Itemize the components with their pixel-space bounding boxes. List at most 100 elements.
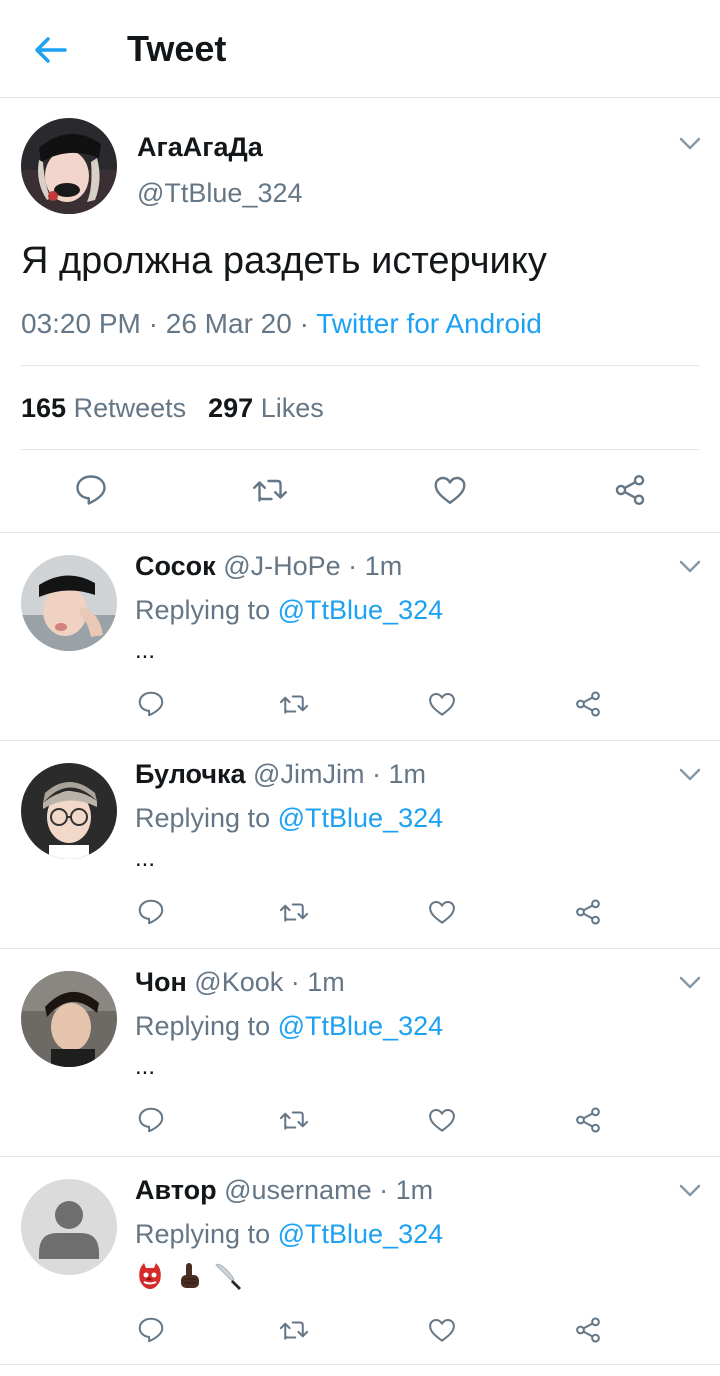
- comment-icon: [138, 691, 164, 717]
- reply-tweet[interactable]: Автор @username · 1m Replying to @TtBlue…: [0, 1157, 720, 1365]
- reply-tweet[interactable]: Сосок @J-HoPe · 1m Replying to @TtBlue_3…: [0, 533, 720, 741]
- reply-button[interactable]: [66, 465, 116, 515]
- share-button[interactable]: [605, 465, 655, 515]
- author-handle: @TtBlue_324: [137, 178, 303, 208]
- mention-link[interactable]: @TtBlue_324: [278, 1219, 444, 1249]
- top-bar: Tweet: [0, 0, 720, 98]
- reply-author-handle: @JimJim: [253, 759, 365, 789]
- retweet-button[interactable]: [274, 1310, 314, 1350]
- replying-to: Replying to @TtBlue_324: [135, 595, 443, 626]
- avatar[interactable]: [21, 555, 117, 651]
- heart-icon: [429, 901, 455, 924]
- comment-icon: [138, 1317, 164, 1343]
- reply-header: Булочка @JimJim · 1m: [135, 759, 426, 790]
- replying-to-label: Replying to: [135, 595, 271, 625]
- replying-to: Replying to @TtBlue_324: [135, 1011, 443, 1042]
- like-button[interactable]: [422, 892, 462, 932]
- page-title: Tweet: [127, 28, 227, 69]
- like-button[interactable]: [422, 1100, 462, 1140]
- retweets-label: Retweets: [73, 393, 187, 423]
- retweet-button[interactable]: [245, 465, 295, 515]
- separator: ·: [290, 967, 300, 997]
- heart-icon: [434, 476, 466, 504]
- avatar[interactable]: [21, 971, 117, 1067]
- tweet-menu-button[interactable]: [678, 555, 702, 579]
- default-avatar-icon: [21, 1179, 117, 1275]
- reply-button[interactable]: [131, 684, 171, 724]
- avatar[interactable]: [21, 763, 117, 859]
- share-button[interactable]: [568, 892, 608, 932]
- separator: ·: [299, 308, 309, 339]
- arrow-left-icon: [35, 37, 67, 63]
- reply-time: 1m: [307, 967, 345, 997]
- reply-author-handle: @username: [224, 1175, 372, 1205]
- share-icon: [576, 1317, 600, 1343]
- comment-icon: [76, 475, 106, 505]
- reply-author-name[interactable]: Сосок: [135, 551, 216, 581]
- reply-tweet[interactable]: Булочка @JimJim · 1m Replying to @TtBlue…: [0, 741, 720, 949]
- avatar[interactable]: [21, 1179, 117, 1275]
- reply-author-name[interactable]: Чон: [135, 967, 187, 997]
- separator: ·: [379, 1175, 389, 1205]
- reply-emojis: [135, 1261, 244, 1291]
- tweet-menu-button[interactable]: [678, 1179, 702, 1203]
- tweet-stats: 165 Retweets 297 Likes: [21, 393, 324, 424]
- avatar[interactable]: [21, 118, 117, 214]
- replying-to: Replying to @TtBlue_324: [135, 803, 443, 834]
- reply-author-handle: @Kook: [194, 967, 284, 997]
- share-icon: [576, 691, 600, 717]
- tweet-menu-button[interactable]: [678, 971, 702, 995]
- replying-to-label: Replying to: [135, 1011, 271, 1041]
- likes-stat[interactable]: 297 Likes: [208, 393, 324, 423]
- like-button[interactable]: [425, 465, 475, 515]
- back-button[interactable]: [26, 26, 74, 74]
- main-tweet: АгаАгаДа @TtBlue_324 Я дролжна раздеть и…: [0, 98, 720, 533]
- divider: [21, 449, 699, 450]
- tweet-menu-button[interactable]: [678, 763, 702, 787]
- divider: [21, 365, 699, 366]
- retweet-button[interactable]: [274, 684, 314, 724]
- separator: ·: [148, 308, 158, 339]
- retweet-button[interactable]: [274, 1100, 314, 1140]
- tweet-meta: 03:20 PM · 26 Mar 20 · Twitter for Andro…: [21, 308, 542, 340]
- reply-text: ...: [135, 1053, 156, 1080]
- reply-tweet[interactable]: Чон @Kook · 1m Replying to @TtBlue_324 .…: [0, 949, 720, 1157]
- like-button[interactable]: [422, 1310, 462, 1350]
- chevron-down-icon: [679, 560, 701, 573]
- tweet-source-link[interactable]: Twitter for Android: [316, 308, 542, 339]
- reply-button[interactable]: [131, 1100, 171, 1140]
- retweets-count: 165: [21, 393, 67, 423]
- reply-text: ...: [135, 845, 156, 872]
- tweet-text: Я дролжна раздеть истерчику: [21, 240, 547, 282]
- likes-label: Likes: [260, 393, 324, 423]
- reply-time: 1m: [364, 551, 403, 581]
- share-button[interactable]: [568, 1100, 608, 1140]
- share-icon: [615, 474, 645, 506]
- retweet-icon: [279, 903, 309, 922]
- chevron-down-icon: [679, 1184, 701, 1197]
- retweet-icon: [279, 695, 309, 714]
- retweet-icon: [253, 479, 287, 502]
- mention-link[interactable]: @TtBlue_324: [278, 803, 444, 833]
- heart-icon: [429, 693, 455, 716]
- reply-button[interactable]: [131, 1310, 171, 1350]
- reply-author-name[interactable]: Булочка: [135, 759, 246, 789]
- like-button[interactable]: [422, 684, 462, 724]
- replying-to-label: Replying to: [135, 1219, 271, 1249]
- reply-button[interactable]: [131, 892, 171, 932]
- share-button[interactable]: [568, 1310, 608, 1350]
- author-name: АгаАгаДа: [137, 132, 263, 162]
- separator: ·: [348, 551, 358, 581]
- mention-link[interactable]: @TtBlue_324: [278, 1011, 444, 1041]
- share-button[interactable]: [568, 684, 608, 724]
- mention-link[interactable]: @TtBlue_324: [278, 595, 444, 625]
- tweet-menu-button[interactable]: [678, 132, 702, 156]
- reply-author-name[interactable]: Автор: [135, 1175, 217, 1205]
- retweets-stat[interactable]: 165 Retweets: [21, 393, 186, 423]
- kitchen-knife-emoji: [215, 1263, 242, 1290]
- reply-time: 1m: [395, 1175, 434, 1205]
- goblin-mask-emoji: [139, 1263, 161, 1289]
- tweet-time: 03:20 PM: [21, 308, 141, 339]
- retweet-button[interactable]: [274, 892, 314, 932]
- chevron-down-icon: [679, 137, 701, 150]
